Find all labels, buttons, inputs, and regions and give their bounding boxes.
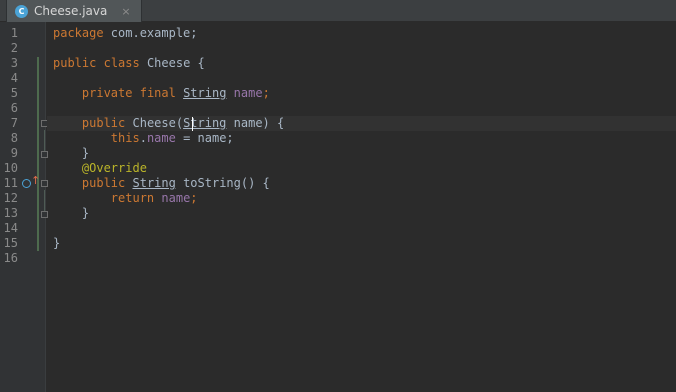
field-name: name — [233, 86, 263, 100]
line-number: 11 — [3, 176, 18, 190]
code-line-10[interactable]: @Override — [53, 161, 147, 176]
tab-title: Cheese.java — [34, 4, 108, 18]
java-class-icon: C — [15, 4, 28, 18]
code-line-8[interactable]: this.name = name; — [53, 131, 234, 146]
code-text: com.example; — [103, 26, 198, 40]
line-number: 9 — [10, 146, 18, 160]
code-text: . — [139, 131, 147, 145]
line-number: 2 — [10, 41, 18, 55]
code-line-12[interactable]: return name; — [53, 191, 198, 206]
code-line-3[interactable]: public class Cheese { — [53, 56, 205, 71]
line-number: 15 — [3, 236, 18, 250]
field-name: name — [146, 131, 176, 145]
code-line-13[interactable]: } — [53, 206, 89, 221]
code-text: } — [81, 206, 90, 220]
line-number: 14 — [3, 221, 18, 235]
line-number: 3 — [10, 56, 18, 70]
line-number-gutter[interactable]: 1 2 3 4 5 6 7 8 9 10 11 12 13 14 15 16 — [0, 22, 46, 392]
code-text: Cheese( — [125, 116, 184, 130]
annotation: @Override — [81, 161, 147, 175]
tab-bar: C Cheese.java × — [0, 0, 676, 22]
code-text: name) { — [226, 116, 285, 130]
semicolon: ; — [262, 86, 270, 100]
line-number: 8 — [10, 131, 18, 145]
keyword: this — [110, 131, 140, 145]
keyword: return — [110, 191, 155, 205]
line-number: 16 — [3, 251, 18, 265]
keyword: public — [53, 56, 97, 70]
code-text: toString() { — [175, 176, 270, 190]
keyword: package — [53, 26, 104, 40]
keyword: public — [81, 176, 126, 190]
tab-cheese-java[interactable]: C Cheese.java × — [6, 0, 142, 22]
keyword: class — [103, 56, 140, 70]
keyword: public — [81, 116, 126, 130]
keyword: final — [139, 86, 176, 100]
type-name: String — [132, 176, 176, 190]
override-method-icon[interactable] — [22, 179, 31, 188]
fold-marker[interactable] — [41, 211, 48, 218]
code-text: = name; — [175, 131, 234, 145]
type-name: String — [183, 86, 227, 100]
line-number: 12 — [3, 191, 18, 205]
semicolon: ; — [190, 191, 198, 205]
code-line-5[interactable]: private final String name; — [53, 86, 270, 101]
editor-window: C Cheese.java × 1 2 3 4 5 6 7 8 9 10 11 … — [0, 0, 676, 392]
text-caret — [192, 117, 193, 131]
line-number: 6 — [10, 101, 18, 115]
line-number: 4 — [10, 71, 18, 85]
code-line-15[interactable]: } — [53, 236, 60, 251]
code-text: } — [81, 146, 90, 160]
fold-marker[interactable] — [41, 180, 48, 187]
code-line-7[interactable]: public Cheese(String name) { — [53, 116, 284, 131]
code-text: } — [53, 236, 61, 250]
line-number: 10 — [3, 161, 18, 175]
code-line-1[interactable]: package com.example; — [53, 26, 198, 41]
line-number: 7 — [10, 116, 18, 130]
override-arrow-icon[interactable]: ↑ — [31, 174, 40, 187]
line-number: 1 — [10, 26, 18, 40]
vcs-change-marker[interactable] — [37, 57, 39, 251]
type-name: String — [183, 116, 227, 130]
field-name: name — [161, 191, 191, 205]
line-number: 13 — [3, 206, 18, 220]
line-number: 5 — [10, 86, 18, 100]
code-line-11[interactable]: public String toString() { — [53, 176, 270, 191]
close-icon[interactable]: × — [121, 5, 130, 18]
code-text: Cheese { — [139, 56, 205, 70]
code-line-9[interactable]: } — [53, 146, 89, 161]
fold-marker[interactable] — [41, 151, 48, 158]
keyword: private — [81, 86, 133, 100]
